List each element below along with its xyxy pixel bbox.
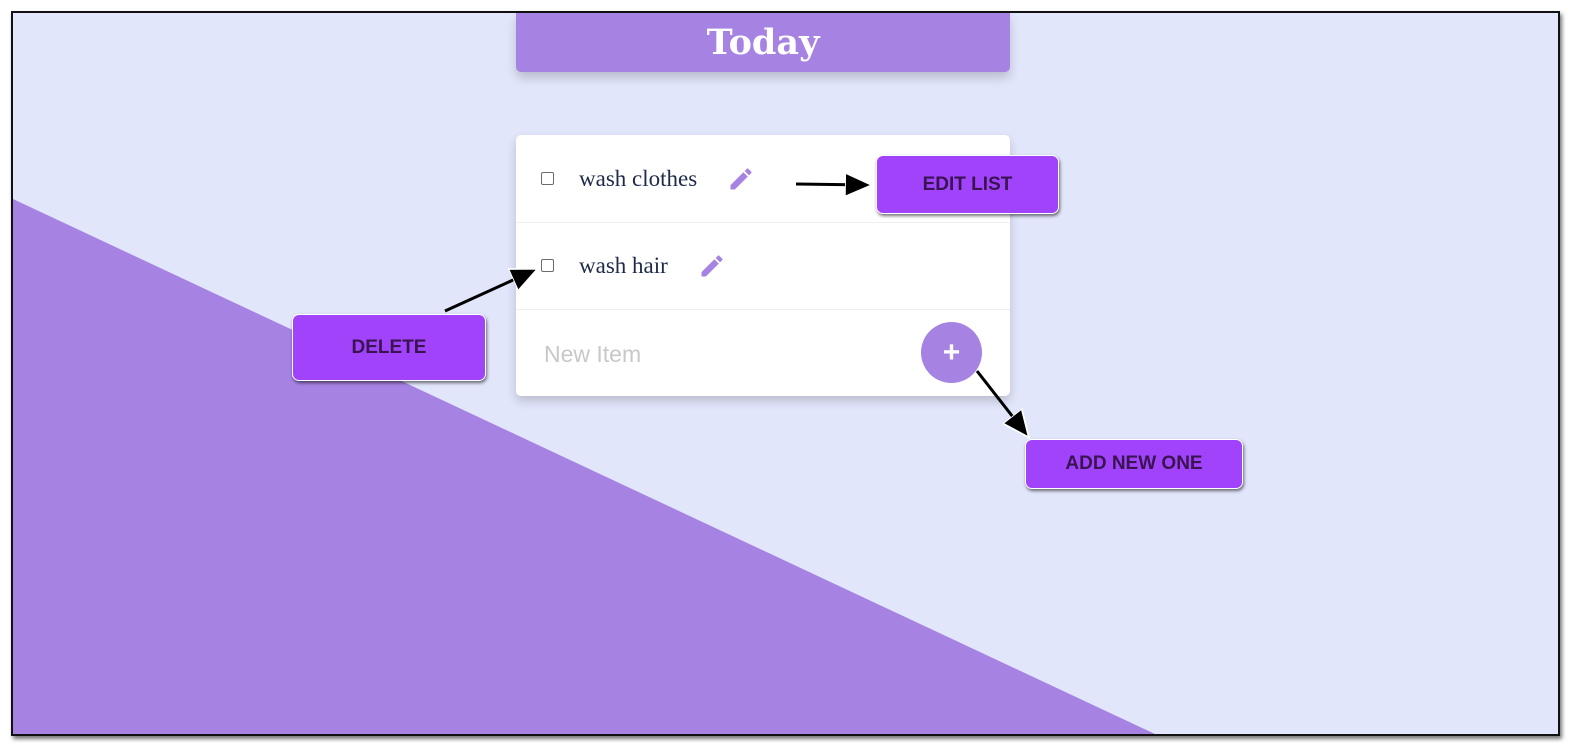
plus-icon: +	[942, 335, 961, 369]
item-label: wash hair	[579, 252, 668, 278]
item-checkbox[interactable]	[541, 259, 554, 272]
add-item-button[interactable]: +	[921, 322, 982, 383]
add-new-one-callout: ADD NEW ONE	[1025, 439, 1243, 489]
pencil-icon[interactable]	[698, 252, 726, 280]
delete-callout: DELETE	[292, 314, 486, 381]
edit-list-callout: EDIT LIST	[876, 155, 1059, 214]
page-title: Today	[706, 22, 820, 63]
header: Today	[516, 13, 1010, 72]
item-checkbox[interactable]	[541, 172, 554, 185]
app-frame: Today wash clothes wash hair + EDIT LIST…	[11, 11, 1560, 736]
list-item: wash hair	[516, 222, 1010, 310]
pencil-icon[interactable]	[727, 165, 755, 193]
item-label: wash clothes	[579, 165, 698, 191]
new-item-input[interactable]	[542, 340, 876, 369]
